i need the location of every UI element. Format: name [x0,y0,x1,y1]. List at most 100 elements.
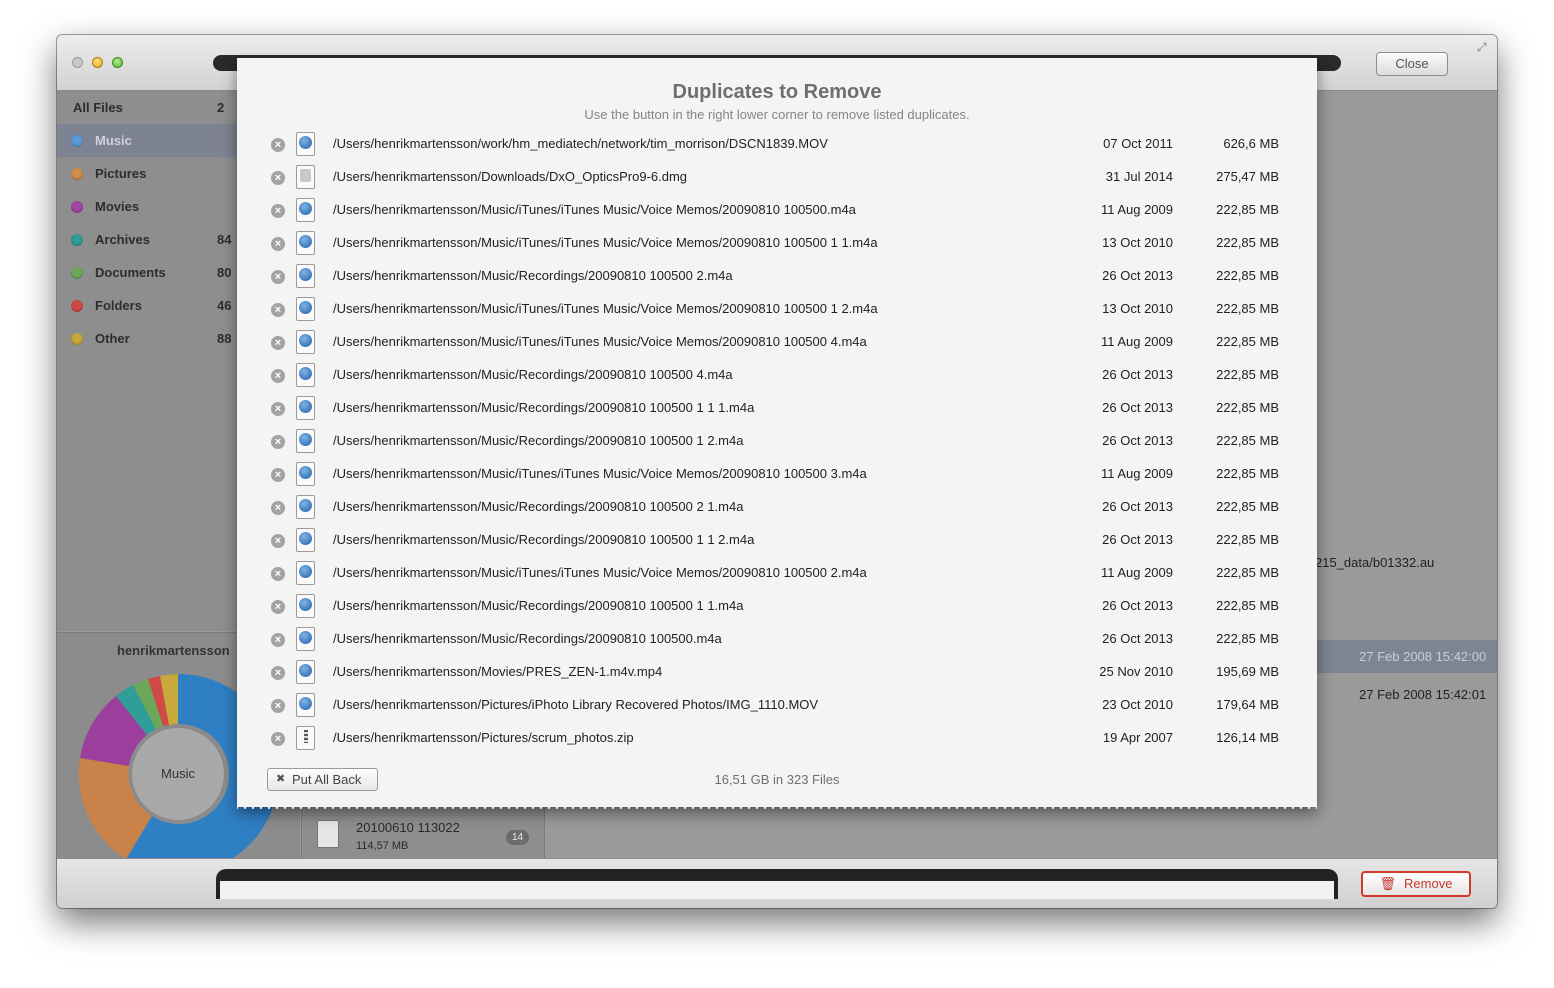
m4a-file-icon [296,429,315,453]
file-thumbnail-item[interactable]: 20100610 113022 114,57 MB 14 [301,808,545,858]
file-type-glyph [299,532,312,545]
file-path: /Users/henrikmartensson/Pictures/scrum_p… [333,730,634,745]
file-type-glyph [299,400,312,413]
file-date: 26 Oct 2013 [1102,532,1173,547]
duplicate-row[interactable]: × /Users/henrikmartensson/Downloads/DxO_O… [237,161,1317,194]
fullscreen-icon[interactable]: ⤢ [1477,40,1487,55]
duplicate-row[interactable]: × /Users/henrikmartensson/Music/iTunes/iT… [237,293,1317,326]
file-path: /Users/henrikmartensson/Music/iTunes/iTu… [333,334,867,349]
remove-button[interactable]: 🗑 Remove [1361,871,1471,897]
remove-from-list-icon[interactable]: × [271,402,285,416]
remove-from-list-icon[interactable]: × [271,204,285,218]
m4a-file-icon [296,561,315,585]
close-button[interactable]: Close [1376,52,1448,76]
remove-from-list-icon[interactable]: × [271,336,285,350]
sheet-subtitle: Use the button in the right lower corner… [584,107,970,122]
duplicate-row[interactable]: × /Users/henrikmartensson/Music/iTunes/iT… [237,326,1317,359]
duplicate-row[interactable]: × /Users/henrikmartensson/Music/Recording… [237,491,1317,524]
duplicate-row[interactable]: × /Users/henrikmartensson/Music/Recording… [237,590,1317,623]
file-size: 222,85 MB [1216,631,1279,646]
remove-from-list-icon[interactable]: × [271,369,285,383]
mov-file-icon [296,693,315,717]
m4a-file-icon [296,594,315,618]
bottom-bar: 🗑 Remove [57,858,1497,908]
duplicate-row[interactable]: × /Users/henrikmartensson/Music/Recording… [237,524,1317,557]
remove-from-list-icon[interactable]: × [271,468,285,482]
duplicate-row[interactable]: × /Users/henrikmartensson/Music/iTunes/iT… [237,458,1317,491]
file-date: 11 Aug 2009 [1100,334,1173,349]
m4a-file-icon [296,495,315,519]
file-size: 222,85 MB [1216,334,1279,349]
file-date: 26 Oct 2013 [1102,268,1173,283]
torn-paper-edge [237,801,1317,809]
sidebar-item-label: Folders [95,298,142,313]
file-type-glyph [299,565,312,578]
window-zoom-light[interactable] [112,57,123,68]
file-path: /Users/henrikmartensson/Music/Recordings… [333,367,733,382]
duplicate-row[interactable]: × /Users/henrikmartensson/Music/Recording… [237,359,1317,392]
file-path: /Users/henrikmartensson/Movies/PRES_ZEN-… [333,664,663,679]
file-path: /Users/henrikmartensson/Music/Recordings… [333,598,744,613]
m4a-file-icon [296,198,315,222]
audio-file-icon [317,820,339,848]
file-path: /Users/henrikmartensson/Downloads/DxO_Op… [333,169,688,184]
remove-from-list-icon[interactable]: × [271,303,285,317]
file-path: /Users/henrikmartensson/Music/Recordings… [333,268,733,283]
file-type-glyph [299,433,312,446]
file-size: 222,85 MB [1216,532,1279,547]
file-size: 195,69 MB [1216,664,1279,679]
duplicate-row[interactable]: × /Users/henrikmartensson/Music/Recording… [237,392,1317,425]
window-minimize-light[interactable] [92,57,103,68]
file-date: 26 Oct 2013 [1102,367,1173,382]
remove-from-list-icon[interactable]: × [271,699,285,713]
zip-file-icon [296,726,315,750]
file-size: 222,85 MB [1216,268,1279,283]
mp4-file-icon [296,660,315,684]
file-path: /Users/henrikmartensson/work/hm_mediatec… [333,136,828,151]
duplicate-row[interactable]: × /Users/henrikmartensson/work/hm_mediate… [237,128,1317,161]
sidebar-item-label: All Files [73,100,123,115]
duplicate-row[interactable]: × /Users/henrikmartensson/Music/iTunes/iT… [237,227,1317,260]
remove-from-list-icon[interactable]: × [271,138,285,152]
sidebar-item-label: Archives [95,232,150,247]
donut-center-label: Music [161,766,195,781]
file-date: 13 Oct 2010 [1102,235,1173,250]
file-date: 11 Aug 2009 [1100,466,1173,481]
remove-from-list-icon[interactable]: × [271,435,285,449]
window-close-light[interactable] [72,57,83,68]
duplicate-row[interactable]: × /Users/henrikmartensson/Music/Recording… [237,623,1317,656]
remove-from-list-icon[interactable]: × [271,633,285,647]
file-date: 13 Oct 2010 [1102,301,1173,316]
remove-from-list-icon[interactable]: × [271,732,285,746]
remove-from-list-icon[interactable]: × [271,501,285,515]
file-path: /Users/henrikmartensson/Pictures/iPhoto … [333,697,819,712]
file-date: 19 Apr 2007 [1102,730,1173,745]
remove-from-list-icon[interactable]: × [271,666,285,680]
duplicate-row[interactable]: × /Users/henrikmartensson/Pictures/iPhoto… [237,689,1317,722]
file-type-glyph [299,466,312,479]
duplicate-row[interactable]: × /Users/henrikmartensson/Music/Recording… [237,425,1317,458]
duplicate-row[interactable]: × /Users/henrikmartensson/Music/iTunes/iT… [237,194,1317,227]
file-type-glyph [299,367,312,380]
paper-edge [220,881,1334,899]
duplicate-row[interactable]: × /Users/henrikmartensson/Music/Recording… [237,260,1317,293]
duplicate-row[interactable]: × /Users/henrikmartensson/Pictures/scrum_… [237,722,1317,755]
duplicate-row[interactable]: × /Users/henrikmartensson/Movies/PRES_ZEN… [237,656,1317,689]
remove-from-list-icon[interactable]: × [271,600,285,614]
file-path: /Users/henrikmartensson/Music/iTunes/iTu… [333,466,867,481]
remove-from-list-icon[interactable]: × [271,567,285,581]
category-color-icon [71,135,83,147]
remove-from-list-icon[interactable]: × [271,237,285,251]
file-date: 11 Aug 2009 [1100,202,1173,217]
file-date: 26 Oct 2013 [1102,499,1173,514]
remove-from-list-icon[interactable]: × [271,534,285,548]
thumbnail-size: 114,57 MB [356,840,409,852]
file-size: 222,85 MB [1216,235,1279,250]
file-path: /Users/henrikmartensson/Music/iTunes/iTu… [333,301,878,316]
m4a-file-icon [296,264,315,288]
remove-from-list-icon[interactable]: × [271,270,285,284]
remove-from-list-icon[interactable]: × [271,171,285,185]
duplicate-row[interactable]: × /Users/henrikmartensson/Music/iTunes/iT… [237,557,1317,590]
sidebar-item-count: 88 [217,331,232,346]
duplicate-count-badge: 14 [506,830,530,845]
